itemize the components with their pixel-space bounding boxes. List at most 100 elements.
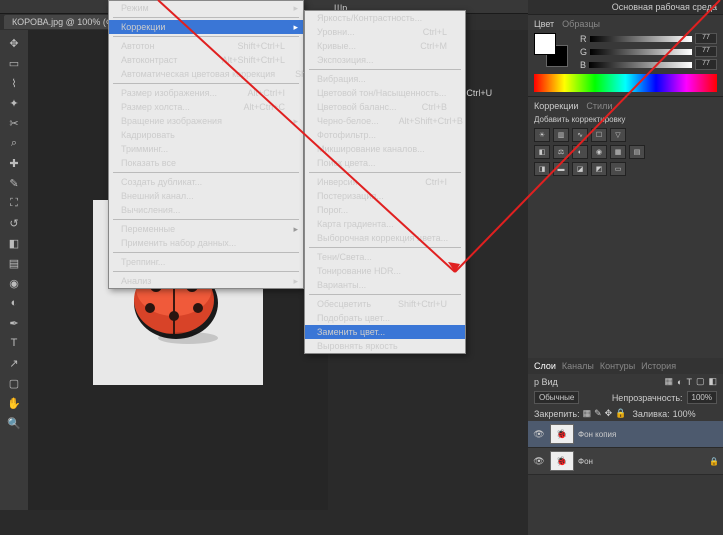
layer-row[interactable]: 👁 🐞 Фон копия bbox=[528, 421, 723, 448]
layer-thumb[interactable]: 🐞 bbox=[550, 451, 574, 471]
menu-replace-color[interactable]: Заменить цвет... bbox=[305, 325, 465, 339]
paths-tab[interactable]: Контуры bbox=[600, 361, 635, 371]
eraser-tool-icon[interactable]: ◧ bbox=[4, 234, 24, 252]
adj-lookup-icon[interactable]: ▤ bbox=[629, 145, 645, 159]
marquee-tool-icon[interactable]: ▭ bbox=[4, 54, 24, 72]
eyedropper-tool-icon[interactable]: ⌕ bbox=[4, 134, 24, 152]
fill-value[interactable]: 100% bbox=[673, 409, 696, 419]
lock-pos-icon[interactable]: ✥ bbox=[605, 408, 613, 419]
adj-levels-icon[interactable]: ▥ bbox=[553, 128, 569, 142]
color-swatches[interactable] bbox=[534, 33, 574, 73]
styles-tab[interactable]: Стили bbox=[586, 101, 612, 111]
type-tool-icon[interactable]: T bbox=[4, 334, 24, 352]
gradient-tool-icon[interactable]: ▤ bbox=[4, 254, 24, 272]
menu-equalize[interactable]: Выровнять яркость bbox=[305, 339, 465, 353]
adj-mixer-icon[interactable]: ▦ bbox=[610, 145, 626, 159]
menu-rotation[interactable]: Вращение изображения bbox=[109, 114, 303, 128]
layers-tab[interactable]: Слои bbox=[534, 361, 556, 371]
lock-trans-icon[interactable]: ▦ bbox=[583, 408, 592, 419]
dodge-tool-icon[interactable]: ◐ bbox=[4, 294, 24, 312]
adj-gradmap-icon[interactable]: ▭ bbox=[610, 162, 626, 176]
opacity-value[interactable]: 100% bbox=[687, 391, 717, 404]
menu-posterize[interactable]: Постеризация... bbox=[305, 189, 465, 203]
menu-selective-color[interactable]: Выборочная коррекция цвета... bbox=[305, 231, 465, 245]
adj-photo-icon[interactable]: ◉ bbox=[591, 145, 607, 159]
b-value[interactable]: 77 bbox=[695, 59, 717, 70]
filter-adj-icon[interactable]: ◐ bbox=[677, 377, 682, 387]
spectrum-bar[interactable] bbox=[534, 74, 717, 92]
menu-shadows-highlights[interactable]: Тени/Света... bbox=[305, 250, 465, 264]
swatches-tab[interactable]: Образцы bbox=[562, 19, 600, 29]
adj-threshold-icon[interactable]: ◪ bbox=[572, 162, 588, 176]
filter-type-icon[interactable]: T bbox=[686, 377, 692, 387]
menu-levels[interactable]: Уровни...Ctrl+L bbox=[305, 25, 465, 39]
fg-swatch[interactable] bbox=[534, 33, 556, 55]
menu-vibrance[interactable]: Вибрация... bbox=[305, 72, 465, 86]
move-tool-icon[interactable]: ✥ bbox=[4, 34, 24, 52]
path-tool-icon[interactable]: ↗ bbox=[4, 354, 24, 372]
menu-canvas-size[interactable]: Размер холста...Alt+Ctrl+C bbox=[109, 100, 303, 114]
menu-exposure[interactable]: Экспозиция... bbox=[305, 53, 465, 67]
adj-curves-icon[interactable]: ∿ bbox=[572, 128, 588, 142]
g-value[interactable]: 77 bbox=[695, 46, 717, 57]
blend-mode-select[interactable]: Обычные bbox=[534, 391, 579, 404]
menu-hue-sat[interactable]: Цветовой тон/Насыщенность...Ctrl+U bbox=[305, 86, 465, 100]
menu-brightness[interactable]: Яркость/Контрастность... bbox=[305, 11, 465, 25]
adj-brightness-icon[interactable]: ☀ bbox=[534, 128, 550, 142]
hand-tool-icon[interactable]: ✋ bbox=[4, 394, 24, 412]
adj-selective-icon[interactable]: ◩ bbox=[591, 162, 607, 176]
r-value[interactable]: 77 bbox=[695, 33, 717, 44]
adj-hue-icon[interactable]: ◧ bbox=[534, 145, 550, 159]
layer-thumb[interactable]: 🐞 bbox=[550, 424, 574, 444]
menu-variations[interactable]: Варианты... bbox=[305, 278, 465, 292]
menu-adjustments[interactable]: Коррекции bbox=[109, 20, 303, 34]
menu-autotone[interactable]: АвтотонShift+Ctrl+L bbox=[109, 39, 303, 53]
r-slider[interactable] bbox=[590, 36, 693, 42]
adj-bw-icon[interactable]: ◐ bbox=[572, 145, 588, 159]
adj-invert-icon[interactable]: ◨ bbox=[534, 162, 550, 176]
menu-autocolor[interactable]: Автоматическая цветовая коррекцияShift+C… bbox=[109, 67, 303, 81]
pen-tool-icon[interactable]: ✒ bbox=[4, 314, 24, 332]
b-slider[interactable] bbox=[589, 62, 692, 68]
menu-channel-mixer[interactable]: Микширование каналов... bbox=[305, 142, 465, 156]
crop-tool-icon[interactable]: ✂ bbox=[4, 114, 24, 132]
lasso-tool-icon[interactable]: ⌇ bbox=[4, 74, 24, 92]
visibility-icon[interactable]: 👁 bbox=[532, 427, 546, 441]
menu-apply-image[interactable]: Внешний канал... bbox=[109, 189, 303, 203]
menu-match-color[interactable]: Подобрать цвет... bbox=[305, 311, 465, 325]
menu-calculations[interactable]: Вычисления... bbox=[109, 203, 303, 217]
wand-tool-icon[interactable]: ✦ bbox=[4, 94, 24, 112]
history-brush-icon[interactable]: ↺ bbox=[4, 214, 24, 232]
filter-smart-icon[interactable]: ◧ bbox=[708, 376, 717, 387]
lock-paint-icon[interactable]: ✎ bbox=[594, 408, 602, 419]
g-slider[interactable] bbox=[590, 49, 692, 55]
filter-shape-icon[interactable]: ▢ bbox=[696, 376, 705, 387]
channels-tab[interactable]: Каналы bbox=[562, 361, 594, 371]
menu-threshold[interactable]: Порог... bbox=[305, 203, 465, 217]
adj-posterize-icon[interactable]: ▬ bbox=[553, 162, 569, 176]
menu-color-lookup[interactable]: Поиск цвета... bbox=[305, 156, 465, 170]
blur-tool-icon[interactable]: ◉ bbox=[4, 274, 24, 292]
lock-all-icon[interactable]: 🔒 bbox=[615, 408, 626, 419]
color-tab[interactable]: Цвет bbox=[534, 19, 554, 29]
adj-exposure-icon[interactable]: ☐ bbox=[591, 128, 607, 142]
menu-analysis[interactable]: Анализ bbox=[109, 274, 303, 288]
history-tab[interactable]: История bbox=[641, 361, 676, 371]
menu-gradient-map[interactable]: Карта градиента... bbox=[305, 217, 465, 231]
menu-autocontrast[interactable]: АвтоконтрастAlt+Shift+Ctrl+L bbox=[109, 53, 303, 67]
menu-mode[interactable]: Режим bbox=[109, 1, 303, 15]
menu-photofilter[interactable]: Фотофильтр... bbox=[305, 128, 465, 142]
stamp-tool-icon[interactable]: ⛶ bbox=[4, 194, 24, 212]
visibility-icon[interactable]: 👁 bbox=[532, 454, 546, 468]
filter-pixel-icon[interactable]: ▦ bbox=[665, 376, 674, 387]
menu-color-balance[interactable]: Цветовой баланс...Ctrl+B bbox=[305, 100, 465, 114]
menu-invert[interactable]: ИнверсияCtrl+I bbox=[305, 175, 465, 189]
adj-balance-icon[interactable]: ⚖ bbox=[553, 145, 569, 159]
workspace-label[interactable]: Основная рабочая среда bbox=[528, 0, 723, 14]
adjustments-tab[interactable]: Коррекции bbox=[534, 101, 578, 111]
menu-hdr-toning[interactable]: Тонирование HDR... bbox=[305, 264, 465, 278]
menu-image-size[interactable]: Размер изображения...Alt+Ctrl+I bbox=[109, 86, 303, 100]
layer-row[interactable]: 👁 🐞 Фон 🔒 bbox=[528, 448, 723, 475]
menu-desaturate[interactable]: ОбесцветитьShift+Ctrl+U bbox=[305, 297, 465, 311]
menu-duplicate[interactable]: Создать дубликат... bbox=[109, 175, 303, 189]
